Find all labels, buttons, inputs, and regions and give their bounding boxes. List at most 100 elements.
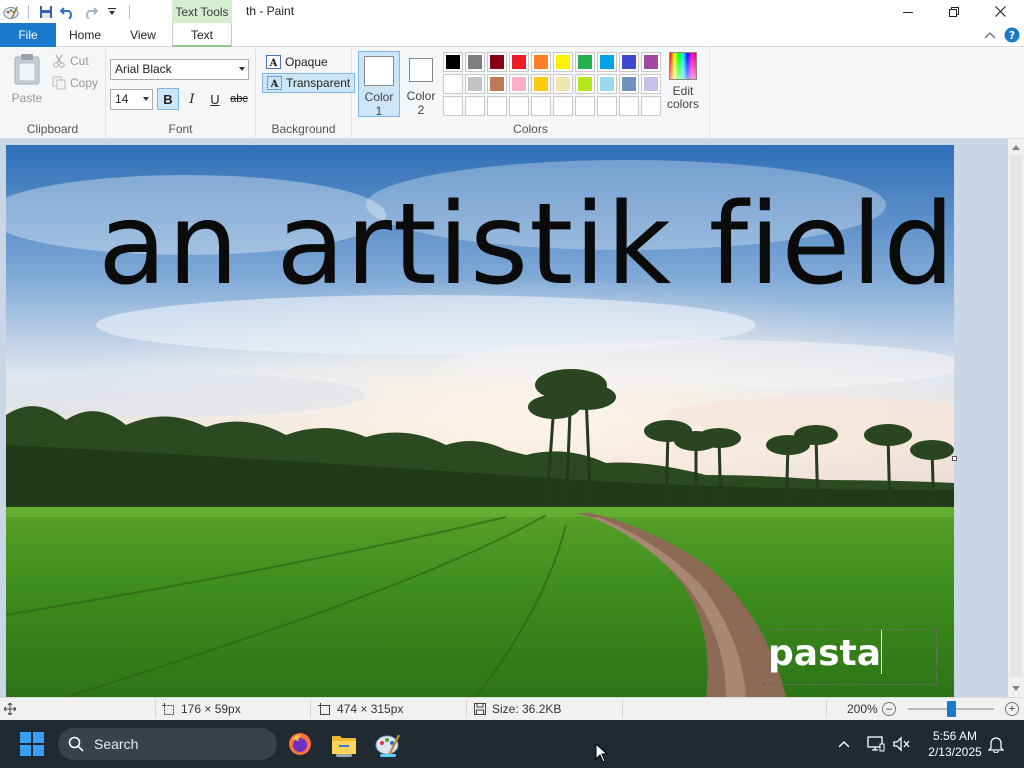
network-tray-button[interactable]	[862, 728, 890, 760]
palette-swatch-color	[490, 99, 504, 113]
palette-swatch[interactable]	[465, 74, 485, 94]
text-box-content[interactable]: pasta	[768, 634, 881, 674]
palette-swatch[interactable]	[487, 52, 507, 72]
palette-swatch-color	[622, 77, 636, 91]
palette-swatch-empty[interactable]	[597, 96, 617, 116]
mouse-cursor-icon	[595, 743, 609, 763]
palette-swatch-empty[interactable]	[553, 96, 573, 116]
color1-button[interactable]: Color 1	[358, 51, 400, 118]
paste-button[interactable]: Paste	[8, 53, 46, 105]
scroll-up-arrow-icon[interactable]	[1008, 139, 1024, 155]
palette-swatch-empty[interactable]	[465, 96, 485, 116]
colors-group-label: Colors	[513, 122, 548, 136]
palette-swatch-empty[interactable]	[575, 96, 595, 116]
scrollbar-thumb[interactable]	[1010, 155, 1022, 677]
maximize-button[interactable]	[931, 0, 977, 23]
paste-icon	[14, 54, 40, 85]
taskbar-search-box[interactable]: Search	[58, 728, 277, 760]
zoom-slider-thumb[interactable]	[947, 701, 956, 717]
cut-icon	[53, 54, 65, 68]
underline-button[interactable]: U	[204, 88, 226, 110]
palette-swatch[interactable]	[465, 52, 485, 72]
palette-swatch[interactable]	[553, 52, 573, 72]
palette-swatch[interactable]	[575, 52, 595, 72]
palette-swatch[interactable]	[641, 52, 661, 72]
palette-swatch[interactable]	[487, 74, 507, 94]
restore-icon	[949, 6, 959, 17]
canvas-resize-handle[interactable]	[952, 456, 957, 461]
customize-qat-icon[interactable]	[101, 1, 123, 23]
palette-swatch-empty[interactable]	[641, 96, 661, 116]
minimize-icon	[903, 11, 913, 13]
palette-swatch[interactable]	[619, 52, 639, 72]
tab-view[interactable]: View	[114, 23, 172, 47]
taskbar-firefox[interactable]	[284, 728, 316, 760]
palette-swatch[interactable]	[443, 52, 463, 72]
start-button[interactable]	[16, 728, 48, 760]
network-monitor-icon	[867, 736, 885, 752]
tab-file[interactable]: File	[0, 23, 56, 47]
taskbar-paint[interactable]	[372, 728, 404, 760]
zoom-out-button[interactable]: –	[882, 702, 896, 716]
notifications-button[interactable]	[982, 728, 1010, 760]
palette-swatch[interactable]	[641, 74, 661, 94]
running-indicator	[336, 754, 352, 757]
palette-swatch[interactable]	[531, 52, 551, 72]
palette-swatch[interactable]	[597, 52, 617, 72]
undo-icon[interactable]	[57, 1, 79, 23]
windows-logo-icon	[20, 732, 44, 756]
vertical-scrollbar[interactable]	[1008, 139, 1024, 697]
zoom-in-button[interactable]: +	[1005, 702, 1019, 716]
volume-tray-button[interactable]	[888, 728, 916, 760]
qat-separator	[28, 4, 29, 19]
search-placeholder: Search	[94, 736, 139, 752]
palette-swatch[interactable]	[619, 74, 639, 94]
close-button[interactable]	[977, 0, 1023, 23]
taskbar-file-explorer[interactable]	[328, 728, 360, 760]
image-size-icon	[318, 702, 330, 715]
palette-swatch-color	[490, 55, 504, 69]
help-icon[interactable]: ?	[1004, 27, 1020, 43]
palette-swatch-color	[600, 55, 614, 69]
minimize-ribbon-icon[interactable]	[984, 31, 996, 39]
palette-swatch-empty[interactable]	[443, 96, 463, 116]
palette-swatch[interactable]	[509, 52, 529, 72]
font-family-select[interactable]: Arial Black	[110, 59, 249, 80]
redo-icon[interactable]	[79, 1, 101, 23]
taskbar-clock[interactable]: 5:56 AM 2/13/2025	[920, 728, 990, 760]
palette-swatch-color	[578, 55, 592, 69]
active-text-box[interactable]: pasta	[763, 629, 937, 685]
scroll-down-arrow-icon[interactable]	[1008, 681, 1024, 697]
chevron-down-icon	[143, 97, 149, 101]
bold-button[interactable]: B	[157, 88, 179, 110]
palette-swatch-empty[interactable]	[531, 96, 551, 116]
show-hidden-icons-button[interactable]	[829, 728, 859, 760]
copy-button[interactable]: Copy	[52, 76, 98, 90]
palette-swatch-color	[468, 99, 482, 113]
tab-text[interactable]: Text	[172, 23, 232, 48]
transparent-option[interactable]: A Transparent	[262, 73, 356, 93]
drawing-canvas[interactable]: an artistik field pasta	[6, 145, 954, 697]
palette-swatch[interactable]	[597, 74, 617, 94]
palette-swatch-empty[interactable]	[509, 96, 529, 116]
palette-swatch[interactable]	[443, 74, 463, 94]
title-bar: Text Tools th - Paint	[0, 0, 1024, 23]
color2-button[interactable]: Color 2	[400, 51, 442, 117]
opaque-option[interactable]: A Opaque	[262, 52, 332, 72]
italic-button[interactable]: I	[181, 88, 203, 110]
palette-swatch[interactable]	[509, 74, 529, 94]
status-separator	[826, 700, 827, 718]
paint-app-icon[interactable]	[0, 1, 22, 23]
strikethrough-button[interactable]: abc	[227, 88, 251, 110]
minimize-button[interactable]	[885, 0, 931, 23]
palette-swatch[interactable]	[531, 74, 551, 94]
palette-swatch-empty[interactable]	[619, 96, 639, 116]
palette-swatch[interactable]	[575, 74, 595, 94]
save-icon[interactable]	[35, 1, 57, 23]
tab-home[interactable]: Home	[56, 23, 114, 47]
palette-swatch-empty[interactable]	[487, 96, 507, 116]
font-size-select[interactable]: 14	[110, 89, 153, 110]
cut-button[interactable]: Cut	[52, 54, 89, 68]
edit-colors-button[interactable]: Edit colors	[664, 52, 702, 111]
palette-swatch[interactable]	[553, 74, 573, 94]
